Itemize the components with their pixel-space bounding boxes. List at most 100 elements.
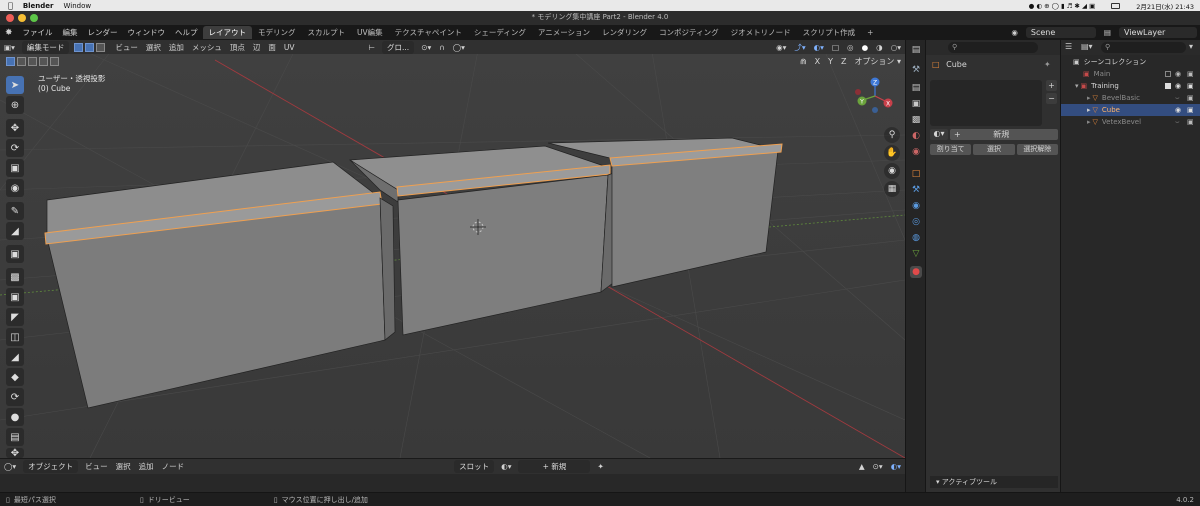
mac-menu-window[interactable]: Window xyxy=(64,2,92,10)
snap-nodes-icon[interactable]: ⊙▾ xyxy=(869,462,887,471)
node-editor-area[interactable] xyxy=(0,474,905,492)
tab-uv-editing[interactable]: UV編集 xyxy=(351,26,389,39)
expand-arrow-icon[interactable]: ▾ xyxy=(1075,82,1079,90)
menu-select[interactable]: 選択 xyxy=(142,42,165,53)
select-box-mode-3[interactable] xyxy=(28,56,37,66)
tab-scripting[interactable]: スクリプト作成 xyxy=(797,26,862,39)
menu-uv[interactable]: UV xyxy=(280,43,299,52)
object-tab-icon[interactable]: □ xyxy=(910,168,922,180)
object-mode-selector[interactable]: オブジェクト xyxy=(23,460,79,473)
outliner-row-training[interactable]: ▾ ▣ Training ◉ ▣ xyxy=(1061,80,1200,92)
eye-hidden-icon[interactable]: ⌣ xyxy=(1175,94,1180,103)
extrude-tool-icon[interactable]: ▩ xyxy=(6,268,24,286)
shading-solid-icon[interactable]: ● xyxy=(858,43,873,52)
camera-render-icon[interactable]: ▣ xyxy=(1187,94,1194,102)
tab-sculpt[interactable]: スカルプト xyxy=(302,26,352,39)
add-workspace-button[interactable]: + xyxy=(861,27,879,38)
3d-viewport[interactable] xyxy=(0,40,905,458)
select-box-mode-4[interactable] xyxy=(39,56,48,66)
modifier-tab-icon[interactable]: ⚒ xyxy=(910,184,922,196)
filter-icon[interactable]: ▾ xyxy=(1189,42,1193,51)
tab-compositing[interactable]: コンポジティング xyxy=(653,26,725,39)
new-material-props-button[interactable]: + 新規 xyxy=(950,129,1058,140)
pivot-point-icon[interactable]: ⊙▾ xyxy=(417,43,435,52)
measure-tool-icon[interactable]: ◢ xyxy=(6,222,24,240)
menu-window[interactable]: ウィンドウ xyxy=(123,27,171,38)
annotate-tool-icon[interactable]: ✎ xyxy=(6,202,24,220)
remove-slot-button[interactable]: − xyxy=(1046,93,1057,104)
view-layer-icon[interactable]: ▤ xyxy=(1099,28,1116,37)
outliner-row-main[interactable]: ▣ Main ◉ ▣ xyxy=(1061,68,1200,80)
exclude-checkbox[interactable] xyxy=(1165,71,1171,77)
expand-arrow-icon[interactable]: ▸ xyxy=(1087,118,1091,126)
blender-logo-icon[interactable]: ✸ xyxy=(0,28,18,38)
cursor-tool-icon[interactable]: ⊕ xyxy=(6,96,24,114)
tab-animation[interactable]: アニメーション xyxy=(532,26,596,39)
mac-menu-app[interactable]: Blender xyxy=(23,2,54,10)
menu-render[interactable]: レンダー xyxy=(83,27,123,38)
scene-tab-icon[interactable]: ◐ xyxy=(910,130,922,142)
lower-menu-view[interactable]: ビュー xyxy=(81,461,112,472)
proportional-edit-icon[interactable]: ◯▾ xyxy=(449,43,469,52)
mirror-y-toggle[interactable]: Y xyxy=(824,57,837,66)
new-material-button[interactable]: + 新規 xyxy=(518,460,591,473)
bevel-tool-icon[interactable]: ◤ xyxy=(6,308,24,326)
shading-rendered-icon[interactable]: ○▾ xyxy=(887,43,905,52)
transform-tool-icon[interactable]: ◉ xyxy=(6,179,24,197)
options-dropdown[interactable]: オプション ▾ xyxy=(850,56,905,67)
outliner-row-vetexbevel[interactable]: ▸ ▽ VetexBevel ⌣ ▣ xyxy=(1061,116,1200,128)
apple-icon[interactable]:  xyxy=(8,1,13,10)
shear-tool-icon[interactable]: ✥ xyxy=(6,448,24,459)
face-select-mode-button[interactable] xyxy=(96,42,106,52)
lower-menu-select[interactable]: 選択 xyxy=(112,461,135,472)
camera-render-icon[interactable]: ▣ xyxy=(1187,118,1194,126)
editor-type-icon[interactable]: ▣▾ xyxy=(0,43,19,52)
expand-arrow-icon[interactable]: ▸ xyxy=(1087,94,1091,102)
gizmo-neg-z[interactable] xyxy=(872,107,878,113)
move-tool-icon[interactable]: ✥ xyxy=(6,119,24,137)
camera-render-icon[interactable]: ▣ xyxy=(1187,106,1194,114)
menu-face[interactable]: 面 xyxy=(264,42,280,53)
lower-editor-type-icon[interactable]: ◯▾ xyxy=(0,462,20,471)
select-box-mode-1[interactable] xyxy=(6,56,15,66)
outliner-row-scene-collection[interactable]: ▣ シーンコレクション xyxy=(1061,56,1200,68)
transform-orientation-selector[interactable]: グロ... xyxy=(382,40,415,54)
perspective-grid-icon[interactable]: ▦ xyxy=(884,181,900,197)
vertex-select-mode-button[interactable] xyxy=(74,42,84,52)
menu-edit[interactable]: 編集 xyxy=(58,27,83,38)
menu-vertex[interactable]: 頂点 xyxy=(226,42,249,53)
outliner-row-bevelbasic[interactable]: ▸ ▽ BevelBasic ⌣ ▣ xyxy=(1061,92,1200,104)
browse-material-icon[interactable]: ◐▾ xyxy=(930,129,948,140)
add-slot-button[interactable]: + xyxy=(1046,80,1057,91)
select-box-mode-2[interactable] xyxy=(17,56,26,66)
tab-rendering[interactable]: レンダリング xyxy=(596,26,653,39)
shading-material-icon[interactable]: ◑ xyxy=(872,43,887,52)
knife-tool-icon[interactable]: ◢ xyxy=(6,348,24,366)
select-tool-icon[interactable]: ➤ xyxy=(6,76,24,94)
loop-cut-tool-icon[interactable]: ◫ xyxy=(6,328,24,346)
menu-add[interactable]: 追加 xyxy=(165,42,188,53)
view-layer-tab-icon[interactable]: ▩ xyxy=(910,114,922,126)
scale-tool-icon[interactable]: ▣ xyxy=(6,159,24,177)
select-button[interactable]: 選択 xyxy=(973,144,1015,155)
exclude-checkbox-checked[interactable] xyxy=(1165,83,1171,89)
clock[interactable]: 2月21日(水) 21:43 xyxy=(1136,1,1194,11)
add-cube-tool-icon[interactable]: ▣ xyxy=(6,245,24,263)
lower-menu-add[interactable]: 追加 xyxy=(135,461,158,472)
slot-selector[interactable]: スロット xyxy=(454,460,495,473)
mirror-icon[interactable]: ⋒ xyxy=(796,57,811,66)
eye-icon[interactable]: ◉ xyxy=(1175,70,1181,78)
display-mode-icon[interactable]: ▤▾ xyxy=(1081,42,1093,51)
overlay-nodes-icon[interactable]: ◐▾ xyxy=(887,462,905,471)
poly-build-tool-icon[interactable]: ◆ xyxy=(6,368,24,386)
shading-wireframe-icon[interactable]: ◎ xyxy=(843,43,858,52)
pin-icon[interactable]: ✦ xyxy=(593,462,607,471)
visibility-icon[interactable]: ◉▾ xyxy=(772,43,790,52)
menu-file[interactable]: ファイル xyxy=(18,27,58,38)
edge-slide-tool-icon[interactable]: ▤ xyxy=(6,428,24,446)
tab-geometry-nodes[interactable]: ジオメトリノード xyxy=(725,26,797,39)
snap-icon[interactable]: ∩ xyxy=(435,43,449,52)
output-tab-icon[interactable]: ▣ xyxy=(910,98,922,110)
navigation-gizmo[interactable]: Z X Y xyxy=(850,76,900,116)
data-tab-icon[interactable]: ▽ xyxy=(910,248,922,260)
